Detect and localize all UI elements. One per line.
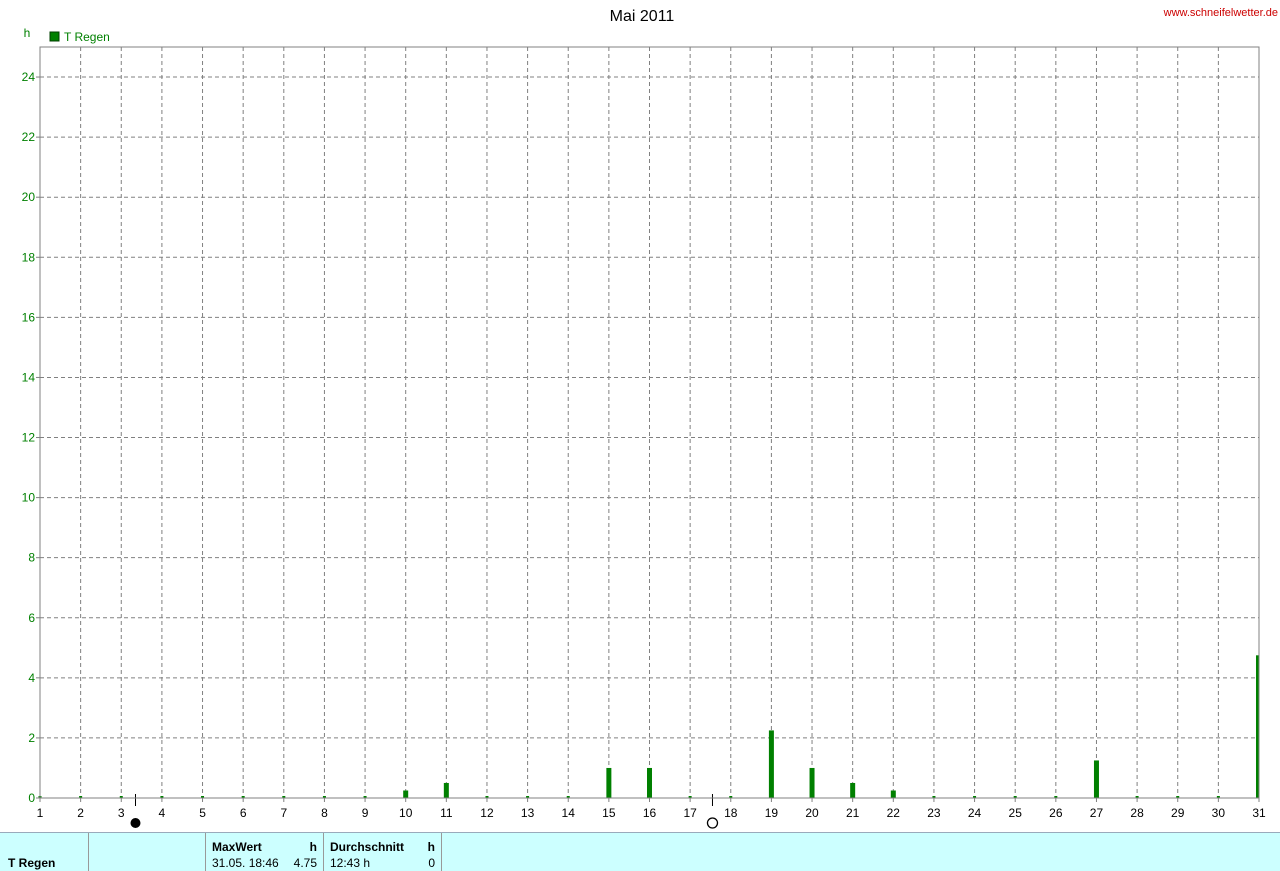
x-tick-label: 5	[199, 806, 206, 820]
x-tick-label: 28	[1130, 806, 1144, 820]
x-tick-label: 16	[643, 806, 657, 820]
bar	[647, 767, 652, 798]
x-tick-label: 3	[118, 806, 125, 820]
new-moon-icon	[130, 818, 141, 828]
avg-value-text: 12:43 h	[330, 856, 371, 870]
x-tick-label: 6	[240, 806, 247, 820]
y-tick-label: 14	[22, 370, 36, 384]
chart-title: Mai 2011	[610, 8, 675, 25]
max-datetime: 31.05. 18:46	[212, 856, 279, 870]
avg-header: Durchschnitt	[330, 840, 405, 854]
x-tick-label: 2	[77, 806, 84, 820]
y-tick-label: 2	[28, 731, 35, 745]
avg-unit: h	[427, 840, 435, 854]
full-moon-icon	[706, 817, 719, 829]
x-tick-label: 11	[440, 806, 453, 820]
x-tick-label: 8	[321, 806, 328, 820]
x-tick-label: 15	[602, 806, 616, 820]
website-link[interactable]: www.schneifelwetter.de	[1163, 7, 1278, 19]
max-header: MaxWert	[212, 840, 262, 854]
y-tick-label: 6	[28, 611, 35, 625]
bar	[809, 767, 815, 798]
x-tick-label: 4	[159, 806, 166, 820]
x-tick-label: 26	[1049, 806, 1063, 820]
y-tick-label: 16	[22, 310, 36, 324]
x-tick-label: 7	[280, 806, 287, 820]
max-unit: h	[309, 840, 317, 854]
x-tick-label: 22	[887, 806, 901, 820]
bar	[850, 782, 856, 798]
stats-series-label: T Regen	[8, 856, 56, 870]
x-tick-label: 24	[968, 806, 982, 820]
stats-empty-cell	[89, 833, 206, 871]
stats-avg-cell: Durchschnitt h 12:43 h 0	[324, 833, 442, 871]
rain-chart: Mai 2011 www.schneifelwetter.de h T Rege…	[22, 7, 1278, 829]
x-tick-label: 13	[521, 806, 535, 820]
x-tick-label: 29	[1171, 806, 1185, 820]
bar	[890, 790, 896, 798]
y-tick-label: 4	[28, 671, 35, 685]
max-value: 4.75	[293, 856, 317, 870]
y-tick-label: 22	[22, 130, 36, 144]
x-tick-label: 21	[846, 806, 860, 820]
x-tick-label: 25	[1009, 806, 1023, 820]
y-axis-unit: h	[24, 26, 31, 40]
x-tick-label: 31	[1252, 806, 1266, 820]
bar	[403, 790, 409, 798]
avg-value: 0	[428, 856, 435, 870]
legend-swatch	[49, 31, 60, 42]
y-tick-label: 8	[28, 551, 35, 565]
stats-max-cell: MaxWert h 31.05. 18:46 4.75	[206, 833, 324, 871]
x-tick-label: 14	[562, 806, 576, 820]
x-tick-label: 23	[927, 806, 941, 820]
x-tick-label: 17	[683, 806, 697, 820]
x-tick-label: 20	[805, 806, 819, 820]
bar	[768, 730, 774, 798]
x-tick-label: 1	[37, 806, 44, 820]
x-tick-label: 19	[765, 806, 779, 820]
y-tick-label: 10	[22, 491, 36, 505]
x-tick-label: 10	[399, 806, 413, 820]
y-tick-label: 0	[28, 791, 35, 805]
bar	[443, 782, 449, 798]
x-tick-label: 12	[480, 806, 494, 820]
y-tick-label: 18	[22, 250, 36, 264]
x-tick-label: 9	[362, 806, 369, 820]
x-tick-label: 18	[724, 806, 738, 820]
x-tick-label: 30	[1212, 806, 1226, 820]
stats-panel: T Regen MaxWert h 31.05. 18:46 4.75 Durc…	[0, 832, 1280, 871]
legend-label: T Regen	[64, 30, 110, 44]
y-tick-label: 20	[22, 190, 36, 204]
bar	[606, 767, 612, 798]
y-tick-label: 12	[22, 431, 36, 445]
y-tick-label: 24	[22, 70, 36, 84]
bar	[1093, 760, 1099, 798]
stats-series-cell: T Regen	[0, 833, 89, 871]
x-tick-label: 27	[1090, 806, 1104, 820]
